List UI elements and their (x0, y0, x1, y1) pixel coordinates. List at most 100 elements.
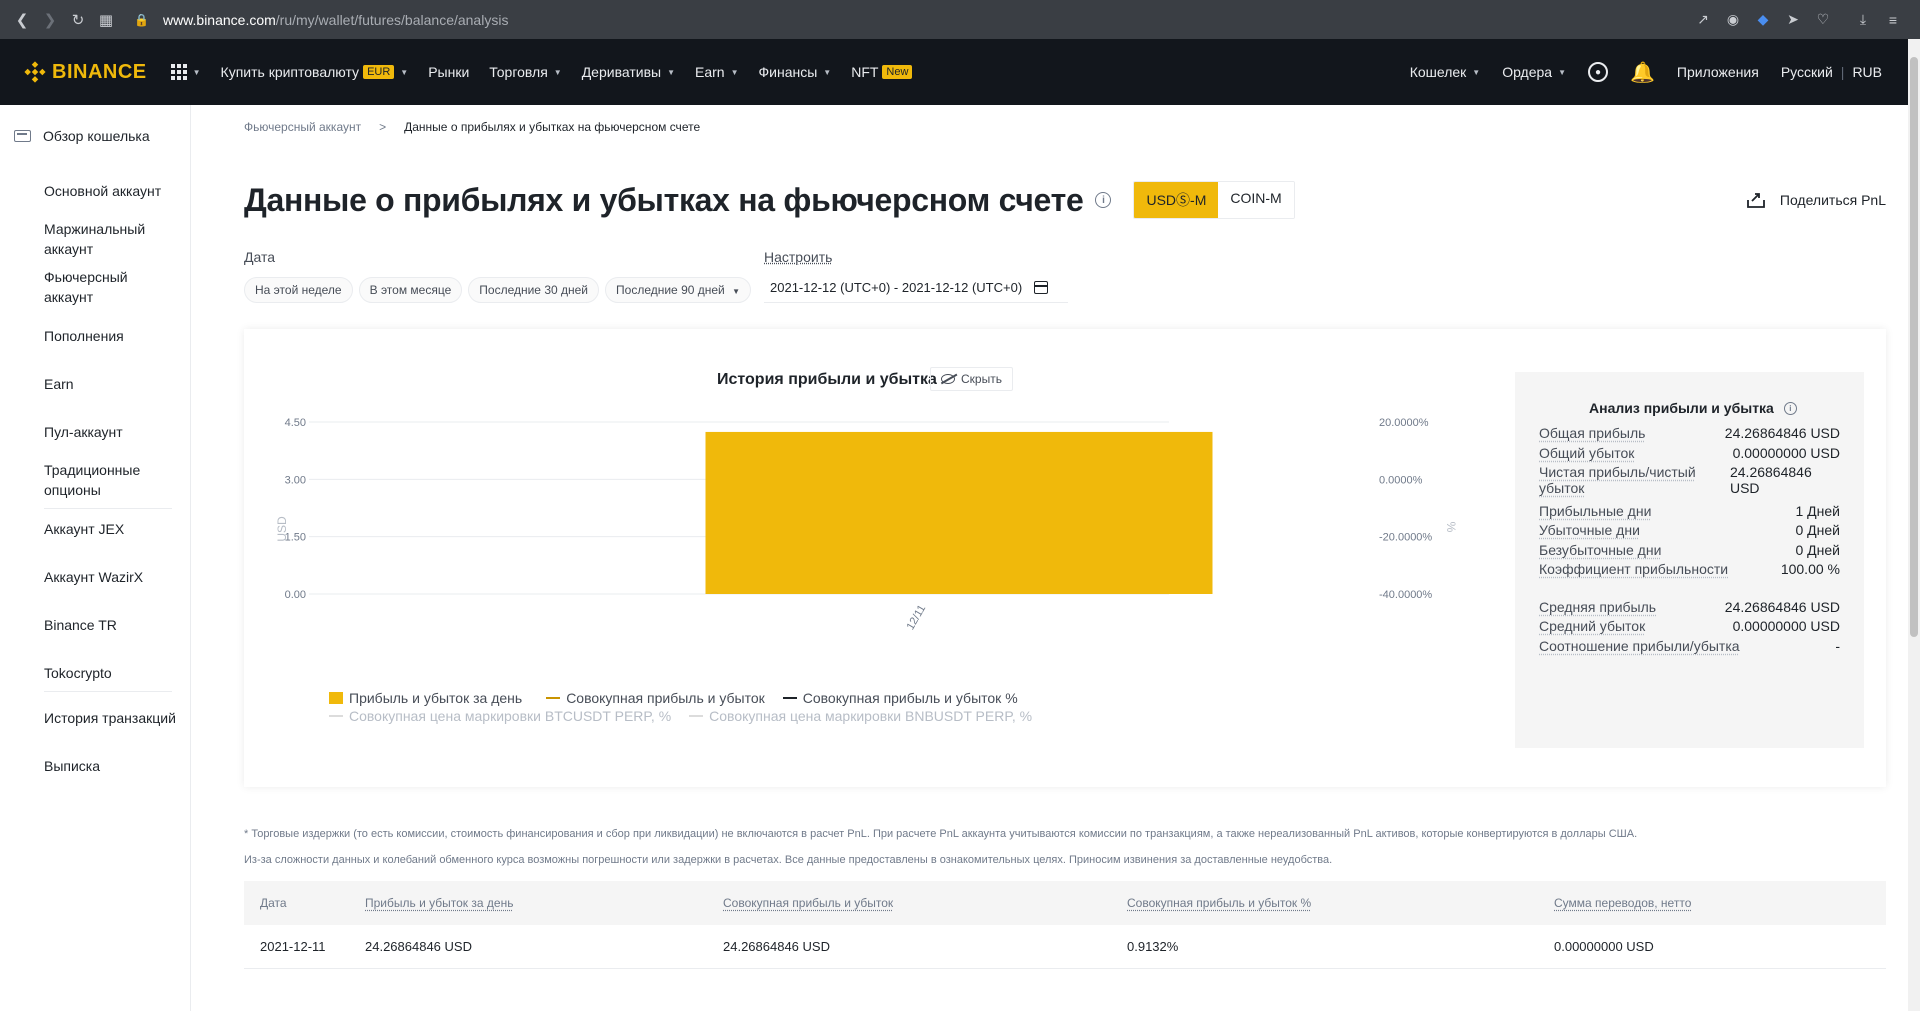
pnl-analysis-panel: Анализ прибыли и убытка i Общая прибыль 2… (1515, 372, 1864, 748)
sidebar-item-deposits[interactable]: Пополнения (0, 307, 190, 346)
breadcrumb-parent[interactable]: Фьючерсный аккаунт (244, 120, 361, 134)
nav-orders[interactable]: Ордера ▼ (1502, 64, 1566, 80)
profile-icon[interactable]: ● (1588, 62, 1609, 82)
analysis-value: 0.00000000 USD (1732, 445, 1840, 461)
send-icon[interactable]: ➤ (1780, 11, 1806, 28)
analysis-value: 0 Дней (1795, 542, 1841, 558)
heart-icon[interactable]: ♡ (1810, 11, 1836, 28)
legend-swatch (329, 692, 343, 704)
preset-90-days[interactable]: Последние 90 дней ▼ (605, 277, 752, 303)
forward-icon[interactable]: ❯ (36, 11, 64, 29)
menu-icon[interactable]: ≡ (1880, 12, 1906, 28)
y-tick-label: 4.50 (285, 417, 306, 429)
browser-toolbar: ❮ ❯ ↻ ▦ 🔒 www.binance.com/ru/my/wallet/f… (0, 0, 1920, 39)
scrollbar-thumb[interactable] (1910, 57, 1918, 637)
analysis-key[interactable]: Безубыточные дни (1539, 542, 1661, 558)
top-navigation: BINANCE ▼ Купить криптовалюту EUR ▼ Рынк… (0, 39, 1920, 105)
col-daily-pnl[interactable]: Прибыль и убыток за день (365, 896, 513, 910)
sidebar-item-options[interactable]: Традиционные опционы (0, 442, 145, 500)
lock-icon: 🔒 (134, 12, 149, 27)
nav-trade-label: Торговля (489, 64, 548, 80)
nav-finance[interactable]: Финансы ▼ (759, 64, 832, 80)
legend-item[interactable]: Совокупная прибыль и убыток (546, 690, 765, 706)
sidebar-item-margin[interactable]: Маржинальный аккаунт (0, 201, 150, 259)
date-range-picker[interactable]: 2021-12-12 (UTC+0) - 2021-12-12 (UTC+0) (764, 273, 1068, 303)
analysis-key[interactable]: Прибыльные дни (1539, 503, 1651, 519)
breadcrumb-separator: > (379, 120, 387, 134)
nav-language-label: Русский (1780, 64, 1833, 80)
legend-label: Совокупная цена маркировки BNBUSDT PERP,… (709, 708, 1033, 724)
nav-wallet[interactable]: Кошелек ▼ (1410, 64, 1481, 80)
pnl-chart: 0.001.503.004.50 -40.0000%-20.0000%0.000… (275, 417, 1458, 632)
info-icon[interactable]: i (1095, 192, 1112, 208)
analysis-value: 24.26864846 USD (1724, 425, 1840, 441)
hide-chart-button[interactable]: Скрыть (930, 367, 1013, 391)
legend-item[interactable]: Совокупная прибыль и убыток % (782, 690, 1018, 706)
cell-cumulative-pnl-pct: 0.9132% (1127, 939, 1179, 954)
share-pnl-button[interactable]: Поделиться PnL (1746, 191, 1886, 209)
sidebar-item-earn[interactable]: Earn (0, 346, 190, 394)
bell-icon[interactable]: 🔔 (1630, 60, 1655, 85)
nav-derivatives[interactable]: Деривативы ▼ (582, 64, 675, 80)
legend-item[interactable]: Совокупная цена маркировки BTCUSDT PERP,… (329, 708, 671, 724)
tabs-grid-icon[interactable]: ▦ (92, 11, 120, 29)
camera-icon[interactable]: ◉ (1720, 11, 1746, 28)
nav-apps[interactable]: Приложения (1677, 64, 1759, 80)
nav-buy-crypto[interactable]: Купить криптовалюту EUR ▼ (221, 64, 409, 80)
col-net-transfers[interactable]: Сумма переводов, нетто (1554, 896, 1691, 910)
sidebar-item-jex[interactable]: Аккаунт JEX (0, 509, 190, 539)
col-date: Дата (260, 896, 287, 910)
col-cumulative-pnl-pct[interactable]: Совокупная прибыль и убыток % (1127, 896, 1311, 910)
sidebar-item-futures[interactable]: Фьючерсный аккаунт (0, 259, 150, 307)
analysis-key[interactable]: Общая прибыль (1539, 425, 1645, 441)
reload-icon[interactable]: ↻ (64, 11, 92, 29)
sidebar-item-transactions[interactable]: История транзакций (0, 692, 190, 728)
share-page-icon[interactable]: ↗ (1690, 11, 1716, 28)
sidebar-item-binance-tr[interactable]: Binance TR (0, 587, 190, 635)
preset-this-month[interactable]: В этом месяце (358, 277, 463, 303)
nav-earn[interactable]: Earn ▼ (695, 64, 739, 80)
analysis-row: Средняя прибыль 24.26864846 USD (1539, 599, 1840, 615)
nav-nft[interactable]: NFT New (851, 64, 913, 80)
back-icon[interactable]: ❮ (8, 11, 36, 29)
col-cumulative-pnl[interactable]: Совокупная прибыль и убыток (723, 896, 893, 910)
analysis-key[interactable]: Средний убыток (1539, 618, 1645, 634)
sidebar-item-statement[interactable]: Выписка (0, 728, 190, 776)
chart-bar[interactable] (705, 431, 1213, 594)
tab-coinm[interactable]: COIN-M (1218, 182, 1294, 218)
hide-chart-label: Скрыть (961, 372, 1002, 386)
nav-markets[interactable]: Рынки (428, 64, 469, 80)
custom-range-label[interactable]: Настроить (764, 249, 832, 265)
sidebar-item-spot[interactable]: Основной аккаунт (0, 169, 190, 201)
sidebar-item-pool[interactable]: Пул-аккаунт (0, 394, 190, 442)
sidebar-item-tokocrypto[interactable]: Tokocrypto (0, 635, 190, 683)
analysis-key[interactable]: Чистая прибыль/чистый убыток (1539, 464, 1730, 496)
analysis-key[interactable]: Средняя прибыль (1539, 599, 1656, 615)
sidebar-item-label: Обзор кошелька (43, 128, 150, 144)
sidebar-item-wazirx[interactable]: Аккаунт WazirX (0, 539, 190, 587)
download-icon[interactable]: ⤓ (1850, 11, 1876, 28)
analysis-key[interactable]: Общий убыток (1539, 445, 1634, 461)
binance-logo[interactable]: BINANCE (24, 61, 147, 84)
address-bar[interactable]: 🔒 www.binance.com/ru/my/wallet/futures/b… (134, 12, 508, 28)
info-icon[interactable]: i (1783, 401, 1797, 415)
legend-item[interactable]: Прибыль и убыток за день (329, 690, 522, 706)
tab-usdm[interactable]: USDⓈ-M (1134, 182, 1219, 218)
nav-trade[interactable]: Торговля ▼ (489, 64, 561, 80)
nav-language[interactable]: Русский (1781, 64, 1833, 80)
main-content: Фьючерсный аккаунт > Данные о прибылях и… (191, 105, 1920, 1011)
analysis-key[interactable]: Соотношение прибыли/убытка (1539, 638, 1740, 654)
analysis-key[interactable]: Убыточные дни (1539, 522, 1640, 538)
currency-tag: EUR (363, 65, 395, 79)
analysis-key[interactable]: Коэффициент прибыльности (1539, 561, 1728, 577)
legend-label: Совокупная цена маркировки BTCUSDT PERP,… (349, 708, 672, 724)
preset-this-week[interactable]: На этой неделе (244, 277, 353, 303)
preset-30-days[interactable]: Последние 30 дней (468, 277, 600, 303)
page-scrollbar[interactable] (1908, 39, 1920, 1011)
legend-item[interactable]: Совокупная цена маркировки BNBUSDT PERP,… (689, 708, 1032, 724)
apps-grid-icon[interactable]: ▼ (170, 64, 201, 80)
chart-y-label: USD (275, 516, 289, 542)
nav-currency[interactable]: RUB (1852, 64, 1882, 80)
shield-icon[interactable]: ◆ (1750, 11, 1776, 28)
sidebar-item-overview[interactable]: Обзор кошелька (0, 121, 190, 151)
